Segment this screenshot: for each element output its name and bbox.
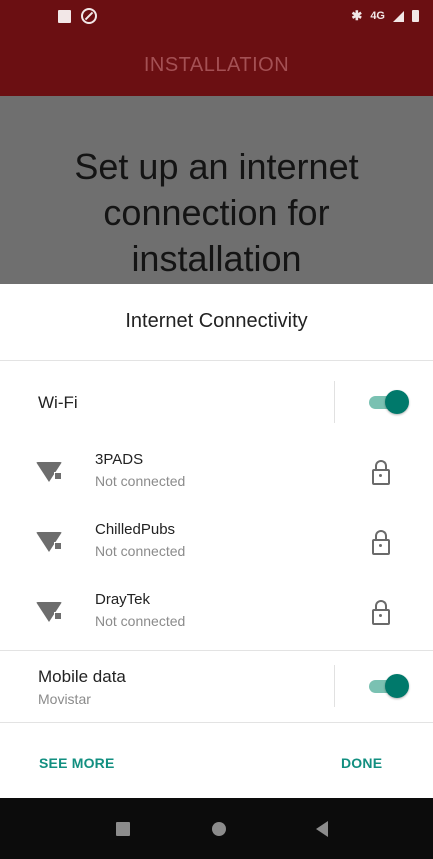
network-item[interactable]: DrayTek Not connected: [0, 582, 433, 652]
wifi-label: Wi-Fi: [38, 393, 78, 412]
network-item[interactable]: 3PADS Not connected: [0, 442, 433, 512]
home-icon[interactable]: [212, 822, 226, 836]
toggle-thumb: [385, 390, 409, 414]
stop-square-icon: [58, 9, 71, 23]
wifi-toggle[interactable]: [369, 390, 409, 414]
network-status: Not connected: [95, 543, 186, 559]
network-status: Not connected: [95, 473, 186, 489]
navigation-bar: [0, 798, 433, 859]
mobile-data-row[interactable]: Mobile data Movistar: [0, 651, 433, 721]
status-right-icons: ✱ 4G: [351, 8, 419, 24]
dnd-icon: [81, 8, 97, 24]
lock-icon: [372, 460, 390, 485]
signal-icon: [393, 10, 404, 22]
network-name: ChilledPubs: [95, 521, 176, 538]
see-more-button[interactable]: SEE MORE: [39, 755, 115, 771]
app-title: INSTALLATION: [143, 53, 290, 76]
network-name: DrayTek: [95, 591, 151, 608]
wifi-row[interactable]: Wi-Fi: [0, 361, 433, 443]
lock-icon: [372, 600, 390, 625]
status-left-icons: [58, 8, 97, 24]
network-type-label: 4G: [370, 10, 385, 22]
wifi-secure-badge-icon: [54, 612, 62, 620]
back-icon[interactable]: [316, 821, 328, 837]
connectivity-dialog: Internet Connectivity Wi-Fi 3PADS Not co…: [0, 284, 433, 798]
status-bar: ✱ 4G: [0, 0, 433, 34]
page-headline: Set up an internet connection for instal…: [74, 146, 359, 279]
app-bar: INSTALLATION: [0, 34, 433, 96]
divider: [0, 722, 433, 723]
lock-icon: [372, 530, 390, 555]
mobile-data-label: Mobile data: [38, 667, 126, 686]
wifi-secure-badge-icon: [54, 472, 62, 480]
wifi-secure-badge-icon: [54, 542, 62, 550]
battery-icon: [412, 10, 419, 22]
network-name: 3PADS: [95, 451, 144, 468]
recents-icon[interactable]: [116, 822, 130, 836]
bluetooth-icon: ✱: [351, 8, 363, 23]
dialog-title: Internet Connectivity: [125, 310, 308, 332]
dimmed-content: Set up an internet connection for instal…: [0, 96, 433, 286]
network-status: Not connected: [95, 613, 186, 629]
toggle-thumb: [385, 674, 409, 698]
done-button[interactable]: DONE: [341, 755, 382, 771]
mobile-data-toggle[interactable]: [369, 674, 409, 698]
network-item[interactable]: ChilledPubs Not connected: [0, 512, 433, 582]
divider: [334, 381, 335, 423]
divider: [334, 665, 335, 707]
mobile-carrier-label: Movistar: [38, 691, 91, 707]
